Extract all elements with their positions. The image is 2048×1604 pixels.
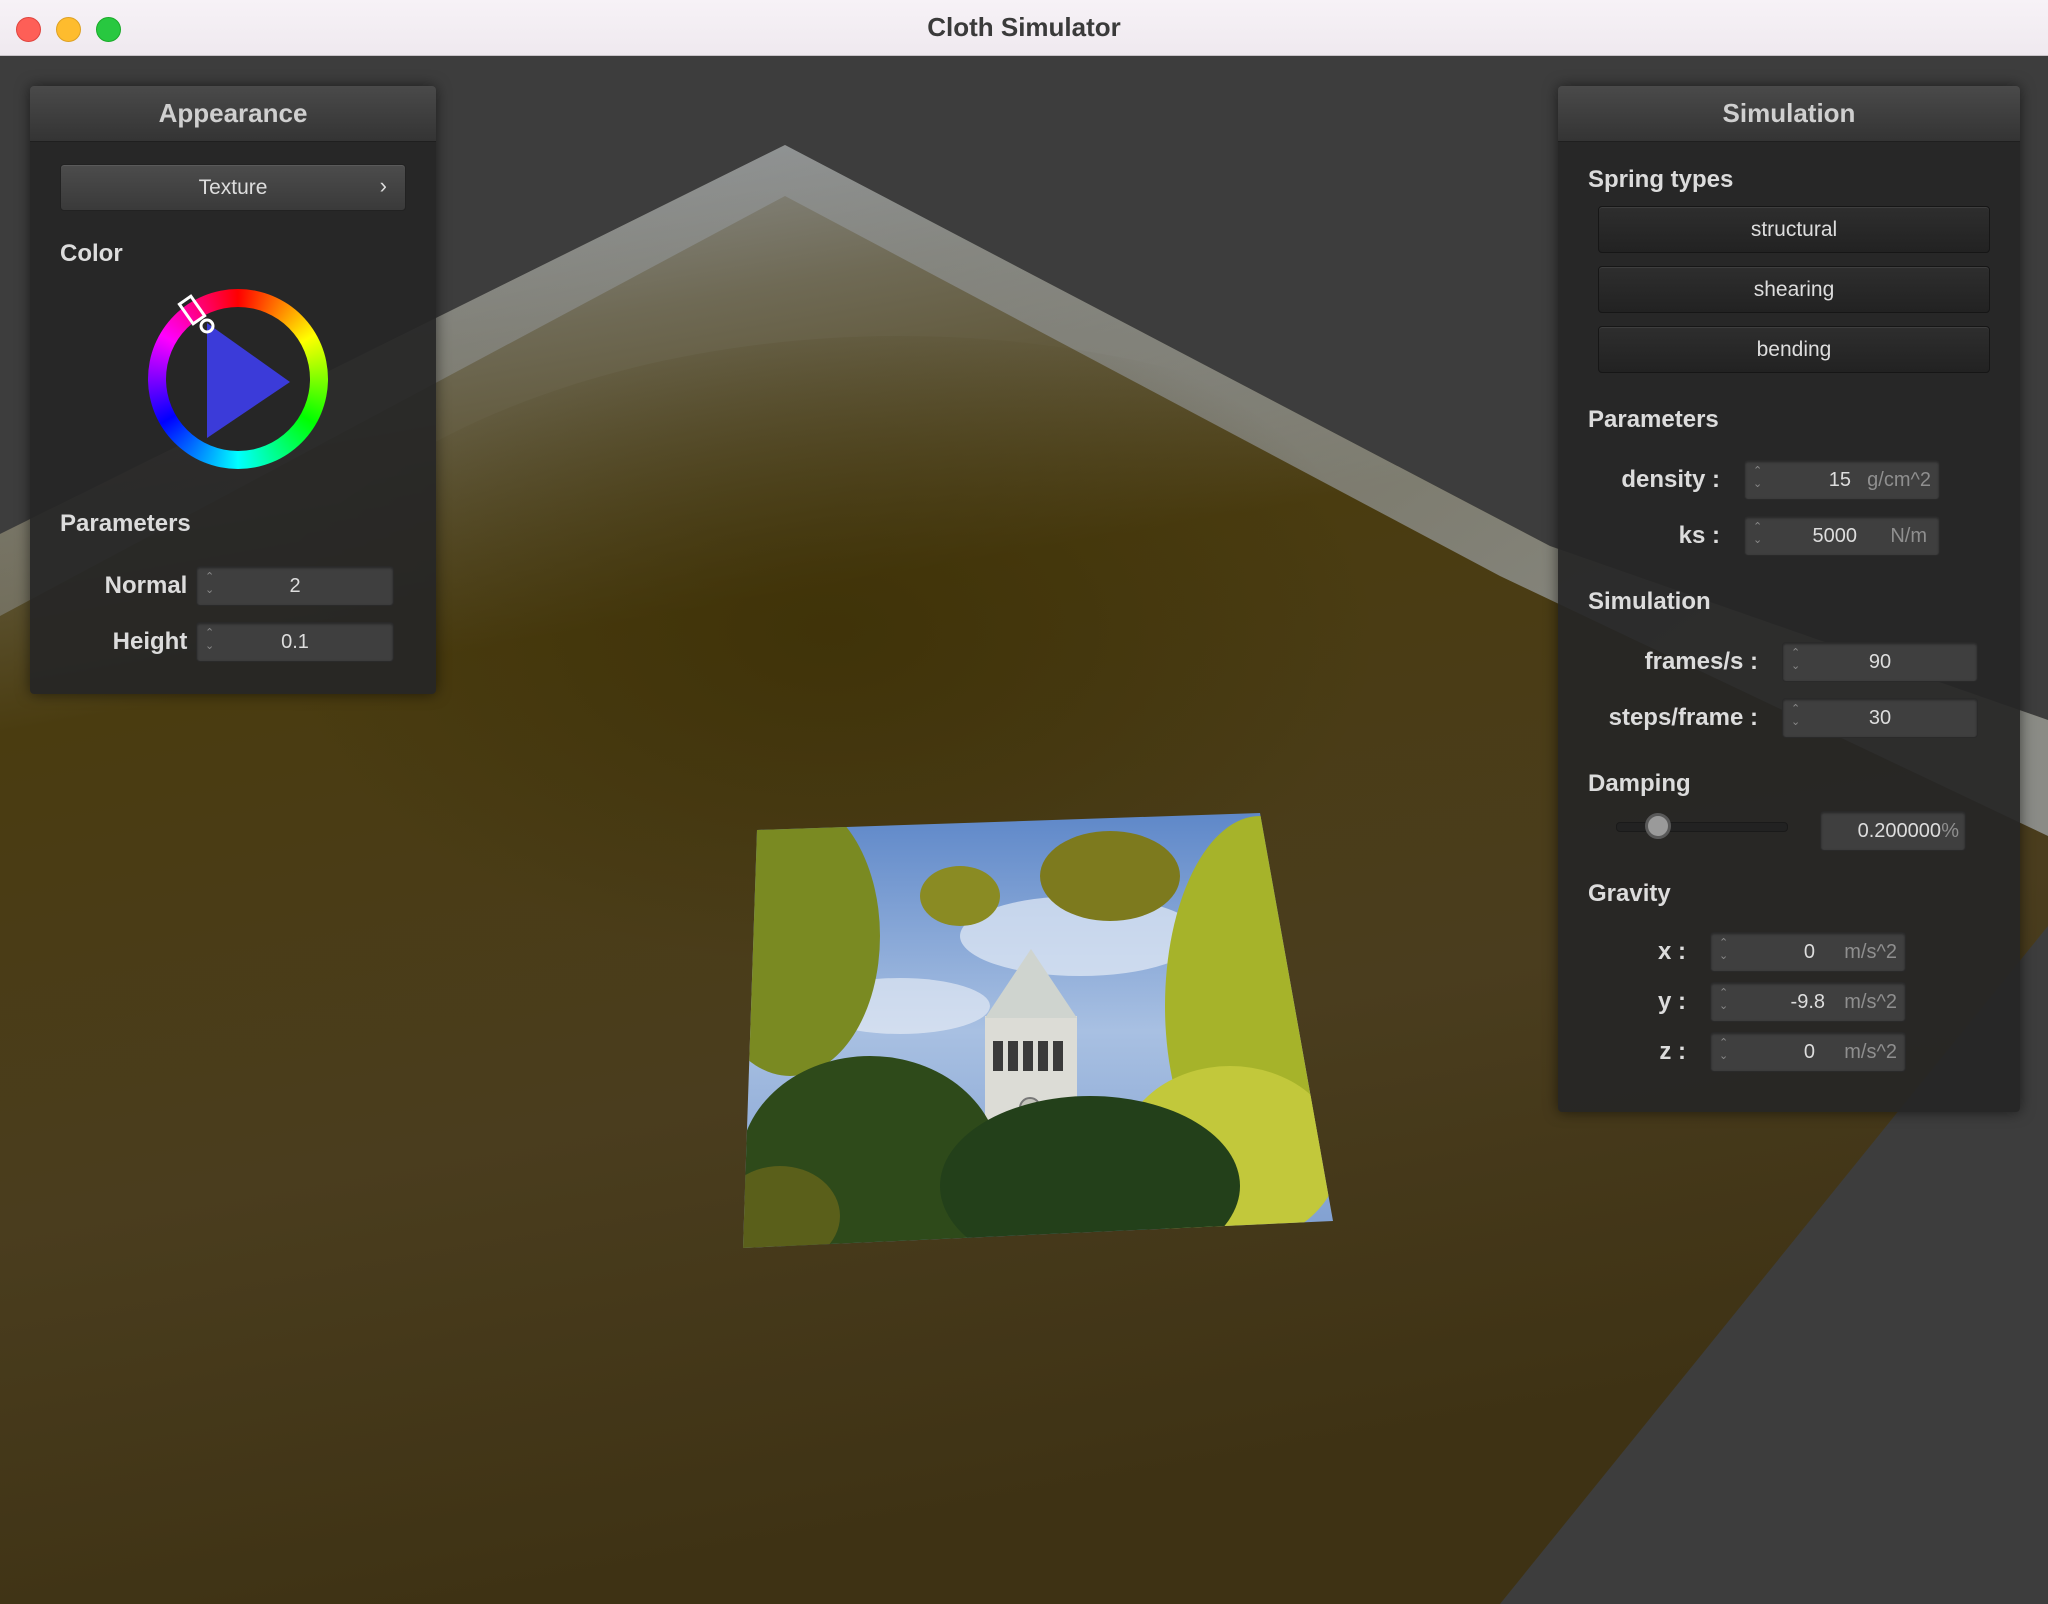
simulation-params-label: Parameters <box>1588 406 1719 433</box>
render-viewport[interactable]: Appearance Texture › Color Parameters No… <box>0 56 2048 1604</box>
frames-per-second-label: frames/s : <box>1644 648 1758 675</box>
damping-slider-knob[interactable] <box>1644 813 1671 839</box>
normal-label: Normal : <box>104 572 202 599</box>
color-wheel[interactable] <box>145 286 331 472</box>
window-title: Cloth Simulator <box>927 12 1121 42</box>
frames-per-second-input[interactable]: ⌃ ⌄ 90 <box>1782 642 1978 682</box>
damping-input[interactable]: 0.200000 % <box>1820 811 1966 851</box>
bending-spring-button[interactable]: bending <box>1598 326 1990 373</box>
height-input[interactable]: ⌃ ⌄ 0.1 <box>196 622 394 662</box>
appearance-params-label: Parameters <box>60 510 191 537</box>
color-section-label: Color <box>60 240 123 267</box>
simulation-panel: Simulation Spring types structural shear… <box>1558 86 2020 1112</box>
shearing-spring-button[interactable]: shearing <box>1598 266 1990 313</box>
density-label: density : <box>1621 466 1720 493</box>
damping-slider[interactable] <box>1616 822 1788 832</box>
gravity-z-label: z : <box>1659 1038 1686 1065</box>
gravity-y-label: y : <box>1657 988 1686 1015</box>
simulation-section-label: Simulation <box>1588 588 1711 615</box>
steps-per-frame-input[interactable]: ⌃ ⌄ 30 <box>1782 698 1978 738</box>
chevron-right-icon: › <box>379 173 387 198</box>
height-label: Height : <box>112 628 202 655</box>
density-input[interactable]: ⌃ ⌄ 15 g/cm^2 <box>1744 460 1940 500</box>
gravity-x-label: x : <box>1657 938 1686 965</box>
cloth-texture-photo <box>743 813 1333 1248</box>
texture-button[interactable]: Texture › <box>60 164 406 211</box>
gravity-z-input[interactable]: ⌃ ⌄ 0 m/s^2 <box>1710 1032 1906 1072</box>
title-bar: Cloth Simulator <box>0 0 2048 56</box>
stepper-icon[interactable]: ⌃ ⌄ <box>1719 987 1728 1013</box>
structural-spring-button[interactable]: structural <box>1598 206 1990 253</box>
ks-input[interactable]: ⌃ ⌄ 5000 N/m <box>1744 516 1940 556</box>
steps-per-frame-label: steps/frame : <box>1608 704 1758 731</box>
gravity-label: Gravity <box>1588 880 1671 907</box>
stepper-icon[interactable]: ⌃ ⌄ <box>1753 521 1762 547</box>
appearance-panel: Appearance Texture › Color Parameters No… <box>30 86 436 694</box>
simulation-panel-header[interactable]: Simulation <box>1558 86 2020 142</box>
spring-types-label: Spring types <box>1588 166 1734 193</box>
normal-input[interactable]: ⌃ ⌄ 2 <box>196 566 394 606</box>
stepper-icon[interactable]: ⌃ ⌄ <box>1753 465 1762 491</box>
ks-label: ks : <box>1678 522 1720 549</box>
texture-button-label: Texture <box>198 176 268 199</box>
damping-label: Damping <box>1588 770 1691 797</box>
stepper-icon[interactable]: ⌃ ⌄ <box>1719 937 1728 963</box>
gravity-x-input[interactable]: ⌃ ⌄ 0 m/s^2 <box>1710 932 1906 972</box>
stepper-icon[interactable]: ⌃ ⌄ <box>1719 1037 1728 1063</box>
appearance-panel-header[interactable]: Appearance <box>30 86 436 142</box>
gravity-y-input[interactable]: ⌃ ⌄ -9.8 m/s^2 <box>1710 982 1906 1022</box>
